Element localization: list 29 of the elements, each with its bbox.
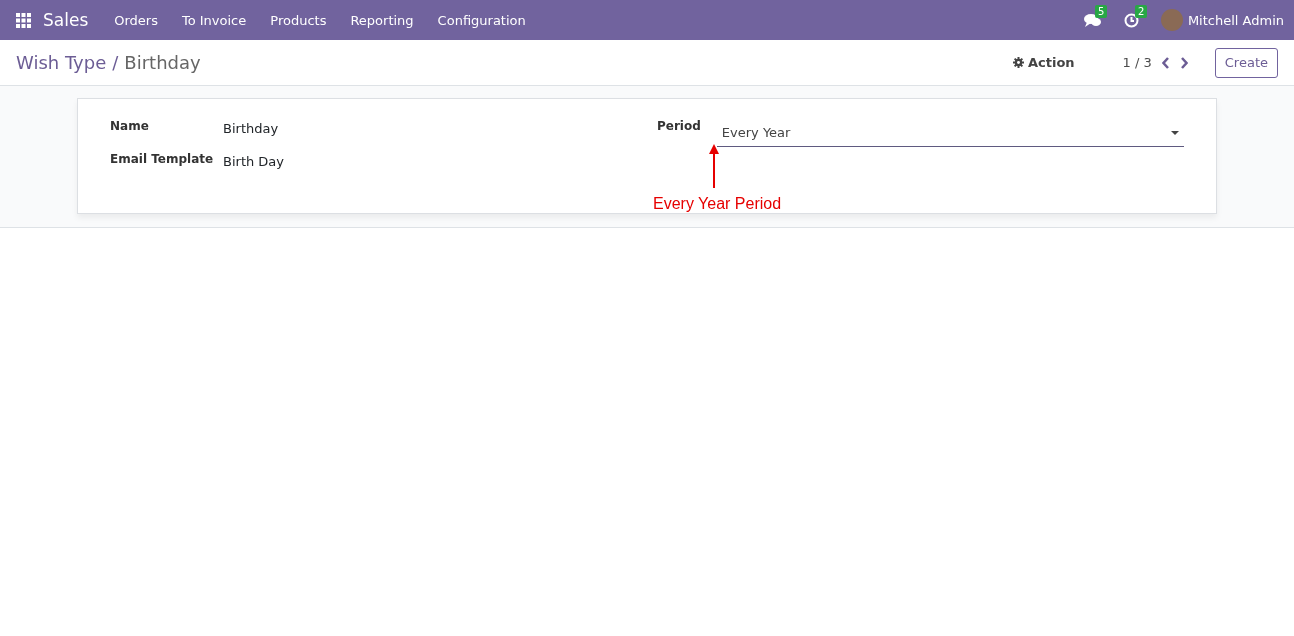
caret-icon: [1171, 131, 1179, 136]
user-name[interactable]: Mitchell Admin: [1187, 12, 1284, 28]
app-name[interactable]: Sales: [43, 10, 89, 30]
field-label: Name: [110, 119, 150, 135]
next-icon[interactable]: [1179, 56, 1188, 69]
field-label: Period: [657, 119, 701, 133]
field-value: Birth Day: [223, 153, 285, 169]
action-menu[interactable]: Action: [1028, 55, 1075, 70]
message-count-badge: 5: [1094, 4, 1108, 18]
clock-icon[interactable]: [1123, 12, 1139, 28]
settings-icon[interactable]: [1013, 57, 1024, 68]
previous-icon[interactable]: [1161, 56, 1170, 69]
breadcrumb-current: Birthday: [124, 52, 201, 73]
field-value: Birthday: [223, 120, 280, 136]
field-label: Email Template: [110, 152, 215, 168]
annotation-text: Every Year Period: [653, 195, 782, 213]
pager-value: 1 / 3: [1122, 55, 1152, 70]
menu-item[interactable]: To Invoice: [169, 12, 259, 28]
period-select[interactable]: Every Year: [716, 119, 1184, 147]
menu-item[interactable]: Configuration: [425, 12, 538, 28]
create-button[interactable]: Create: [1214, 47, 1278, 78]
menu-item[interactable]: Reporting: [338, 12, 426, 28]
breadcrumb-separator: /: [112, 52, 119, 73]
menu-item[interactable]: Orders: [102, 12, 170, 28]
menu-item[interactable]: Products: [258, 12, 339, 28]
apps-grid-icon[interactable]: [16, 12, 31, 28]
breadcrumb-link[interactable]: Wish Type: [16, 52, 107, 73]
annotation-arrow: [709, 144, 719, 188]
activity-count-badge: 2: [1134, 4, 1148, 18]
